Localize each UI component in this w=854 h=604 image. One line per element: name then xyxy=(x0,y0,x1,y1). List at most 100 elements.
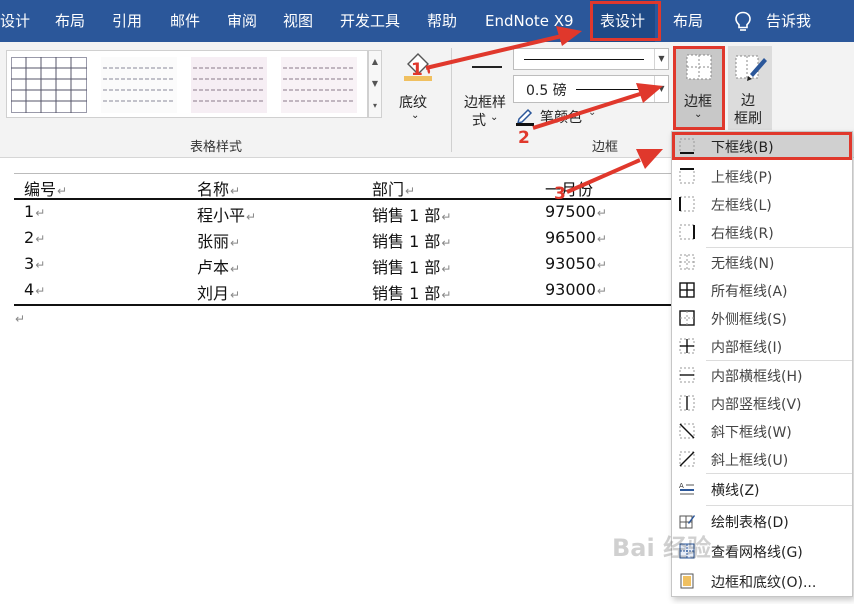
table-cell: 4↵ xyxy=(24,280,46,299)
table-cell: 销售 1 部↵ xyxy=(372,232,452,251)
border-painter-button[interactable]: 边 框刷 xyxy=(728,46,772,130)
line-style-preview xyxy=(524,59,644,60)
table-cell: 销售 1 部↵ xyxy=(372,284,452,303)
scroll-up-icon[interactable]: ▲ xyxy=(369,51,381,73)
border-painter-icon xyxy=(735,55,767,81)
table-cell: 93000↵ xyxy=(545,280,607,299)
annotation-highlight-box xyxy=(590,1,661,41)
gallery-more-icon[interactable]: ▾ xyxy=(369,95,381,117)
table-style-thumbnail[interactable] xyxy=(191,57,267,113)
border-painter-label-line1: 边 xyxy=(741,93,755,109)
menu-item-diagonal-up[interactable]: 斜上框线(U) xyxy=(672,445,852,473)
right-border-icon xyxy=(679,224,695,240)
table-cell: 3↵ xyxy=(24,254,46,273)
table-cell: 93050↵ xyxy=(545,254,607,273)
menu-item-all-borders[interactable]: 所有框线(A) xyxy=(672,276,852,304)
table-top-border xyxy=(14,173,674,174)
draw-table-icon xyxy=(679,515,695,529)
annotation-number: 2 xyxy=(518,128,530,148)
menu-item-inside-vertical[interactable]: 内部竖框线(V) xyxy=(672,389,852,417)
table-cell: 卢本↵ xyxy=(197,258,241,277)
pen-color-button[interactable]: 笔颜色 ⌄ xyxy=(515,106,645,128)
top-border-icon xyxy=(679,168,695,184)
border-grid-icon xyxy=(686,54,712,80)
tab-references[interactable]: 引用 xyxy=(112,0,142,42)
line-weight-dropdown[interactable]: 0.5 磅 ▼ xyxy=(513,75,669,103)
group-separator xyxy=(451,48,452,152)
border-painter-label-line2: 框刷 xyxy=(734,111,762,127)
left-border-icon xyxy=(679,196,695,212)
menu-item-borders-and-shading[interactable]: 边框和底纹(O)... xyxy=(672,567,852,595)
tab-table-layout[interactable]: 布局 xyxy=(673,0,703,42)
line-weight-preview xyxy=(576,89,646,90)
table-header-cell: 名称↵ xyxy=(197,180,241,199)
annotation-number: 3 xyxy=(554,184,566,204)
table-styles-group-label: 表格样式 xyxy=(190,140,243,155)
tab-layout[interactable]: 布局 xyxy=(55,0,85,42)
dropdown-arrow-icon: ▼ xyxy=(654,76,668,102)
watermark: Bai 经验 xyxy=(612,534,712,562)
tab-review[interactable]: 审阅 xyxy=(227,0,257,42)
tab-endnote[interactable]: EndNote X9 xyxy=(485,0,574,42)
table-cell: 96500↵ xyxy=(545,228,607,247)
table-style-thumbnail[interactable] xyxy=(11,57,87,113)
tab-view[interactable]: 视图 xyxy=(283,0,313,42)
inside-horizontal-border-icon xyxy=(679,367,695,383)
table-bottom-rule xyxy=(14,304,674,306)
table-cell: 销售 1 部↵ xyxy=(372,258,452,277)
menu-item-no-border[interactable]: 无框线(N) xyxy=(672,248,852,276)
table-styles-gallery xyxy=(6,50,368,118)
menu-item-diagonal-down[interactable]: 斜下框线(W) xyxy=(672,417,852,445)
no-border-icon xyxy=(679,254,695,270)
lightbulb-icon xyxy=(735,11,751,31)
chevron-down-icon: ⌄ xyxy=(490,112,499,123)
menu-item-right-border[interactable]: 右框线(R) xyxy=(672,218,852,246)
table-cell: 1↵ xyxy=(24,202,46,221)
inside-vertical-border-icon xyxy=(679,395,695,411)
chevron-down-icon: ⌄ xyxy=(588,107,597,118)
border-styles-button[interactable]: 边框样 式 ⌄ xyxy=(462,52,514,129)
table-style-thumbnail[interactable] xyxy=(101,57,177,113)
menu-item-top-border[interactable]: 上框线(P) xyxy=(672,162,852,190)
tab-tell-me[interactable]: 告诉我 xyxy=(766,0,811,42)
menu-item-horizontal-line[interactable]: A 横线(Z) xyxy=(672,475,852,503)
menu-separator xyxy=(706,473,852,474)
pen-color-label: 笔颜色 xyxy=(540,110,582,126)
menu-separator xyxy=(706,505,852,506)
table-cell: 张丽↵ xyxy=(197,232,241,251)
chevron-down-icon: ⌄ xyxy=(694,109,703,120)
table-cell: 刘月↵ xyxy=(197,284,241,303)
diagonal-down-border-icon xyxy=(679,423,695,439)
borders-button[interactable]: 边框 ⌄ xyxy=(673,46,725,130)
menu-item-outside-borders[interactable]: 外侧框线(S) xyxy=(672,304,852,332)
tab-developer[interactable]: 开发工具 xyxy=(340,0,400,42)
tab-help[interactable]: 帮助 xyxy=(427,0,457,42)
paragraph-mark: ↵ xyxy=(15,312,26,326)
table-cell: 程小平↵ xyxy=(197,206,257,225)
tab-design[interactable]: 设计 xyxy=(0,0,30,42)
table-cell: 销售 1 部↵ xyxy=(372,206,452,225)
table-header-cell: 编号↵ xyxy=(24,180,68,199)
border-styles-label-line1: 边框样 xyxy=(464,95,506,111)
borders-group-label: 边框 xyxy=(592,140,619,155)
borders-button-label: 边框 xyxy=(684,94,712,110)
menu-item-inside-borders[interactable]: 内部框线(I) xyxy=(672,332,852,360)
shading-button[interactable]: 底纹 ⌄ xyxy=(392,46,440,126)
line-weight-value: 0.5 磅 xyxy=(526,83,567,99)
bottom-border-icon xyxy=(679,138,695,154)
table-style-thumbnail[interactable] xyxy=(281,57,357,113)
tab-mailings[interactable]: 邮件 xyxy=(170,0,200,42)
all-borders-icon xyxy=(679,282,695,298)
chevron-down-icon: ⌄ xyxy=(411,110,420,121)
borders-and-shading-icon xyxy=(680,573,694,589)
inside-borders-icon xyxy=(679,338,695,354)
table-header-cell: 部门↵ xyxy=(372,180,416,199)
gallery-scrollbar[interactable]: ▲ ▼ ▾ xyxy=(368,50,382,118)
menu-item-bottom-border[interactable]: 下框线(B) xyxy=(672,132,852,160)
menu-item-inside-horizontal[interactable]: 内部横框线(H) xyxy=(672,361,852,389)
table-cell: 2↵ xyxy=(24,228,46,247)
scroll-down-icon[interactable]: ▼ xyxy=(369,73,381,95)
line-style-dropdown[interactable]: ▼ xyxy=(513,48,669,70)
menu-item-left-border[interactable]: 左框线(L) xyxy=(672,190,852,218)
shading-label: 底纹 xyxy=(399,95,427,111)
